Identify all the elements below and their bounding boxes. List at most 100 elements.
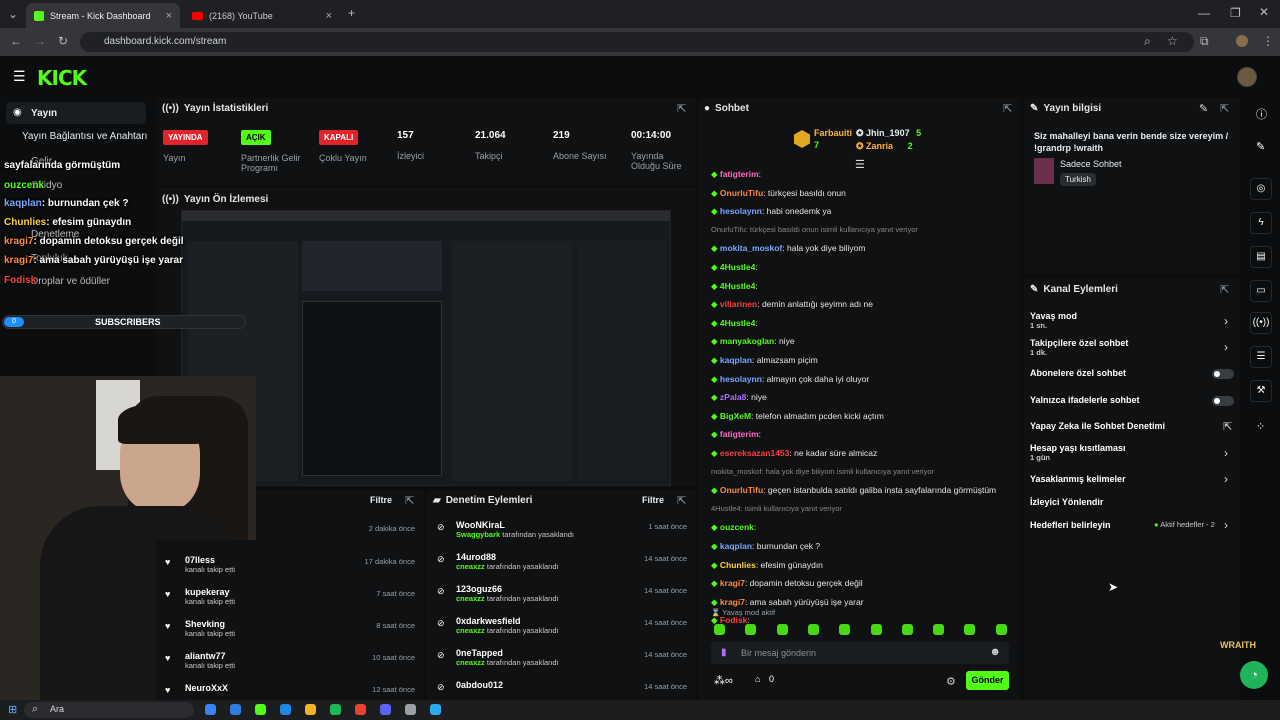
mod-moderator[interactable]: cneaxzz <box>456 626 485 635</box>
taskbar-search[interactable]: ⌕ Ara <box>24 702 194 718</box>
mod-filter-button[interactable]: Filtre <box>642 495 664 505</box>
pencil-icon[interactable]: ✎ <box>1256 140 1265 153</box>
taskbar-app-icon[interactable] <box>405 704 416 715</box>
microphone-icon[interactable]: ▮ <box>721 647 727 658</box>
expand-icon[interactable]: ⇱ <box>1220 283 1229 296</box>
chat-username[interactable]: BigXeM <box>720 411 751 421</box>
chat-username[interactable]: viliarinen <box>720 299 757 309</box>
rail-document-icon[interactable]: ▤ <box>1250 246 1272 268</box>
top-gifter-3[interactable]: ✪ Zanria 2 <box>856 141 913 152</box>
chat-username[interactable]: kaqplan <box>720 541 752 551</box>
emote-icon[interactable] <box>807 624 819 635</box>
emote-icon[interactable] <box>933 624 945 635</box>
action-banned-words[interactable]: Yasaklanmış kelimeler <box>1030 474 1126 484</box>
chat-username[interactable]: manyakoglan <box>720 336 774 346</box>
emote-icon[interactable] <box>776 624 788 635</box>
chat-username[interactable]: 4Hustle4 <box>720 318 755 328</box>
expand-icon[interactable]: ⇱ <box>677 102 686 115</box>
rail-list-icon[interactable]: ☰ <box>1250 346 1272 368</box>
chevron-right-icon[interactable]: › <box>1224 340 1228 354</box>
chat-username[interactable]: esereksazan1453 <box>720 448 789 458</box>
emote-icon[interactable] <box>839 624 851 635</box>
rail-apps-icon[interactable]: ⁘ <box>1256 420 1265 433</box>
sidebar-item-stream-key[interactable]: Yayın Bağlantısı ve Anahtarı <box>22 131 147 142</box>
chat-username[interactable]: zPala8 <box>720 392 746 402</box>
extensions-icon[interactable]: ⧉ <box>1200 34 1209 49</box>
forward-icon[interactable]: → <box>34 34 46 48</box>
user-avatar[interactable] <box>1237 67 1257 87</box>
expand-icon[interactable]: ⇱ <box>1220 102 1229 115</box>
external-link-icon[interactable]: ⇱ <box>1223 420 1232 433</box>
taskbar-app-icon[interactable] <box>355 704 366 715</box>
tab-youtube[interactable]: (2168) YouTube × <box>184 3 340 28</box>
expand-icon[interactable]: ⇱ <box>1003 102 1012 115</box>
chat-username[interactable]: 4Hustle4 <box>720 281 755 291</box>
chat-username[interactable]: ouzcenk <box>720 522 754 532</box>
taskbar-app-icon[interactable] <box>230 704 241 715</box>
edit-icon[interactable]: ✎ <box>1199 102 1208 115</box>
points-icon[interactable]: ⁂∞ <box>714 674 733 687</box>
channel-points[interactable]: ⌂ 0 <box>755 674 774 684</box>
taskbar-app-icon[interactable] <box>205 704 216 715</box>
activity-filter-button[interactable]: Filtre <box>370 495 392 505</box>
taskbar-app-icon[interactable] <box>330 704 341 715</box>
chat-username[interactable]: OnurluTifu <box>720 188 763 198</box>
chat-username[interactable]: fatigterim <box>720 429 759 439</box>
category-thumbnail[interactable] <box>1034 158 1054 184</box>
back-icon[interactable]: ← <box>10 34 22 48</box>
action-ai-moderation[interactable]: Yapay Zeka ile Sohbet Denetimi <box>1030 421 1165 431</box>
chat-username[interactable]: kragi7 <box>720 597 745 607</box>
close-window-icon[interactable]: ✕ <box>1259 5 1269 19</box>
action-slow-mode[interactable]: Yavaş mod 1 sn. <box>1030 311 1077 330</box>
chevron-right-icon[interactable]: › <box>1224 472 1228 486</box>
rail-lightning-icon[interactable]: ϟ <box>1250 212 1272 234</box>
chat-username[interactable]: Chunlies <box>720 560 756 570</box>
chat-username[interactable]: 4Hustle4 <box>720 262 755 272</box>
taskbar-app-icon[interactable] <box>305 704 316 715</box>
close-tab-icon[interactable]: × <box>166 10 172 22</box>
emoji-icon[interactable]: ☻ <box>989 646 1001 658</box>
taskbar-app-icon[interactable] <box>430 704 441 715</box>
rail-chat-icon[interactable]: ▭ <box>1250 280 1272 302</box>
chat-username[interactable]: hesolaynn <box>720 374 762 384</box>
url-bar[interactable]: dashboard.kick.com/stream <box>80 32 1194 52</box>
collapse-icon[interactable]: ☰ <box>855 158 865 171</box>
menu-dots-icon[interactable]: ⋮ <box>1262 34 1274 48</box>
sidebar-item-drops[interactable]: Droplar ve ödüller <box>31 276 110 287</box>
expand-icon[interactable]: ⇱ <box>677 494 686 507</box>
windows-start-icon[interactable]: ⊞ <box>8 703 17 716</box>
mod-moderator[interactable]: cneaxzz <box>456 658 485 667</box>
mod-moderator[interactable]: cneaxzz <box>456 562 485 571</box>
chat-username[interactable]: OnurluTifu <box>720 485 763 495</box>
chat-username[interactable]: kragi7 <box>720 578 745 588</box>
emote-icon[interactable] <box>714 624 725 635</box>
chat-settings-icon[interactable]: ⚙ <box>946 675 956 688</box>
mod-moderator[interactable]: Swaggybark <box>456 530 500 539</box>
taskbar-app-icon[interactable] <box>280 704 291 715</box>
rail-broadcast-icon[interactable]: ((•)) <box>1250 312 1272 334</box>
action-account-age[interactable]: Hesap yaşı kısıtlaması 1 gün <box>1030 443 1126 462</box>
tab-kick-dashboard[interactable]: Stream - Kick Dashboard × <box>26 3 180 28</box>
minimize-icon[interactable]: — <box>1198 6 1210 20</box>
taskbar-app-icon[interactable] <box>255 704 266 715</box>
new-tab-icon[interactable]: + <box>348 6 355 20</box>
top-gifter-1[interactable]: Farbauiti 7 <box>814 128 852 150</box>
chevron-right-icon[interactable]: › <box>1224 314 1228 328</box>
rail-wrench-icon[interactable]: ⚒ <box>1250 380 1272 402</box>
emote-icon[interactable] <box>745 624 757 635</box>
zoom-icon[interactable]: ⌕ <box>1144 34 1151 49</box>
stream-category[interactable]: Sadece Sohbet <box>1060 159 1122 169</box>
info-icon[interactable]: ⓘ <box>1256 106 1267 122</box>
chevron-right-icon[interactable]: › <box>1224 446 1228 460</box>
reload-icon[interactable]: ↻ <box>58 34 68 48</box>
action-followers-only[interactable]: Takipçilere özel sohbet 1 dk. <box>1030 338 1128 357</box>
hamburger-menu-icon[interactable]: ☰ <box>13 68 26 85</box>
support-chat-button[interactable]: ◔ <box>1240 661 1268 689</box>
maximize-icon[interactable]: ❐ <box>1230 6 1241 20</box>
emote-icon[interactable] <box>964 624 976 635</box>
chat-username[interactable]: kaqplan <box>720 355 752 365</box>
chevron-right-icon[interactable]: › <box>1224 518 1228 532</box>
kick-logo[interactable]: KICK <box>37 66 87 90</box>
expand-icon[interactable]: ⇱ <box>405 494 414 507</box>
send-button[interactable]: Gönder <box>966 671 1009 690</box>
